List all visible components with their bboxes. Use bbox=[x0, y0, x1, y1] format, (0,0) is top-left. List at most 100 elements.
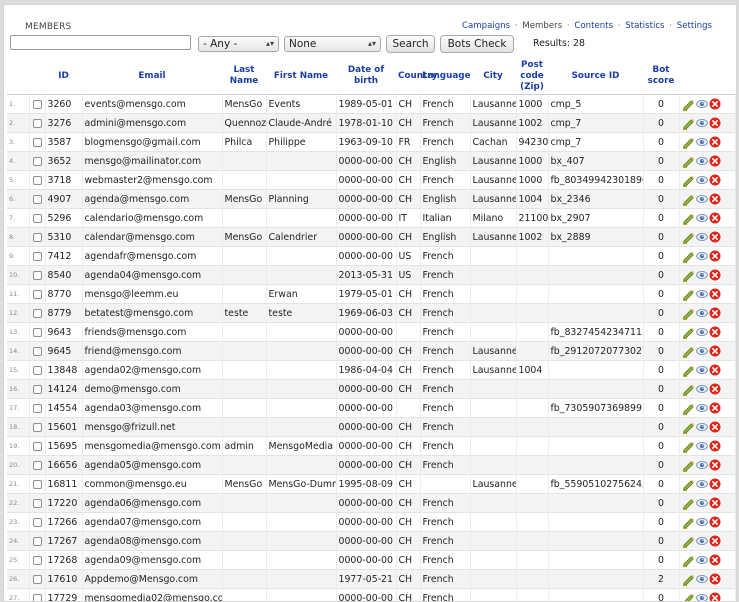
delete-icon[interactable] bbox=[709, 555, 722, 566]
nav-statistics[interactable]: Statistics bbox=[625, 21, 664, 31]
view-icon[interactable] bbox=[696, 593, 709, 602]
delete-icon[interactable] bbox=[709, 346, 722, 357]
member-email[interactable]: friends@mensgo.com bbox=[82, 323, 222, 342]
edit-icon[interactable] bbox=[682, 232, 696, 243]
view-icon[interactable] bbox=[696, 213, 709, 224]
edit-icon[interactable] bbox=[682, 536, 696, 547]
view-icon[interactable] bbox=[696, 251, 709, 262]
type-select[interactable]: None ▴▾ bbox=[284, 36, 381, 52]
view-icon[interactable] bbox=[696, 270, 709, 281]
delete-icon[interactable] bbox=[709, 593, 722, 602]
delete-icon[interactable] bbox=[709, 289, 722, 300]
row-checkbox[interactable] bbox=[33, 594, 42, 602]
row-checkbox[interactable] bbox=[33, 214, 42, 223]
country-select[interactable]: - Any - ▴▾ bbox=[198, 36, 279, 52]
member-email[interactable]: webmaster2@mensgo.com bbox=[82, 171, 222, 190]
col-bot-score[interactable]: Bot score bbox=[643, 58, 679, 95]
view-icon[interactable] bbox=[696, 384, 709, 395]
delete-icon[interactable] bbox=[709, 156, 722, 167]
member-email[interactable]: agenda04@mensgo.com bbox=[82, 266, 222, 285]
view-icon[interactable] bbox=[696, 555, 709, 566]
edit-icon[interactable] bbox=[682, 593, 696, 602]
view-icon[interactable] bbox=[696, 175, 709, 186]
row-checkbox[interactable] bbox=[33, 233, 42, 242]
delete-icon[interactable] bbox=[709, 441, 722, 452]
view-icon[interactable] bbox=[696, 99, 709, 110]
row-checkbox[interactable] bbox=[33, 480, 42, 489]
member-email[interactable]: agenda05@mensgo.com bbox=[82, 456, 222, 475]
col-id[interactable]: ID bbox=[45, 58, 82, 95]
row-checkbox[interactable] bbox=[33, 442, 42, 451]
view-icon[interactable] bbox=[696, 118, 709, 129]
view-icon[interactable] bbox=[696, 574, 709, 585]
member-email[interactable]: agenda08@mensgo.com bbox=[82, 532, 222, 551]
edit-icon[interactable] bbox=[682, 289, 696, 300]
nav-contents[interactable]: Contents bbox=[574, 21, 613, 31]
delete-icon[interactable] bbox=[709, 175, 722, 186]
col-source-id[interactable]: Source ID bbox=[548, 58, 643, 95]
edit-icon[interactable] bbox=[682, 555, 696, 566]
member-email[interactable]: friend@mensgo.com bbox=[82, 342, 222, 361]
view-icon[interactable] bbox=[696, 137, 709, 148]
member-email[interactable]: agendafr@mensgo.com bbox=[82, 247, 222, 266]
view-icon[interactable] bbox=[696, 441, 709, 452]
delete-icon[interactable] bbox=[709, 498, 722, 509]
view-icon[interactable] bbox=[696, 517, 709, 528]
bots-check-button[interactable]: Bots Check bbox=[440, 35, 514, 53]
view-icon[interactable] bbox=[696, 308, 709, 319]
edit-icon[interactable] bbox=[682, 574, 696, 585]
edit-icon[interactable] bbox=[682, 365, 696, 376]
row-checkbox[interactable] bbox=[33, 518, 42, 527]
edit-icon[interactable] bbox=[682, 517, 696, 528]
delete-icon[interactable] bbox=[709, 99, 722, 110]
col-email[interactable]: Email bbox=[82, 58, 222, 95]
row-checkbox[interactable] bbox=[33, 252, 42, 261]
edit-icon[interactable] bbox=[682, 137, 696, 148]
member-email[interactable]: calendar@mensgo.com bbox=[82, 228, 222, 247]
delete-icon[interactable] bbox=[709, 384, 722, 395]
row-checkbox[interactable] bbox=[33, 157, 42, 166]
row-checkbox[interactable] bbox=[33, 575, 42, 584]
view-icon[interactable] bbox=[696, 365, 709, 376]
edit-icon[interactable] bbox=[682, 346, 696, 357]
view-icon[interactable] bbox=[696, 156, 709, 167]
view-icon[interactable] bbox=[696, 194, 709, 205]
member-email[interactable]: mensgo@leemm.eu bbox=[82, 285, 222, 304]
edit-icon[interactable] bbox=[682, 251, 696, 262]
delete-icon[interactable] bbox=[709, 536, 722, 547]
search-input[interactable] bbox=[10, 35, 191, 50]
view-icon[interactable] bbox=[696, 232, 709, 243]
member-email[interactable]: agenda07@mensgo.com bbox=[82, 513, 222, 532]
delete-icon[interactable] bbox=[709, 460, 722, 471]
delete-icon[interactable] bbox=[709, 118, 722, 129]
delete-icon[interactable] bbox=[709, 327, 722, 338]
view-icon[interactable] bbox=[696, 536, 709, 547]
edit-icon[interactable] bbox=[682, 422, 696, 433]
view-icon[interactable] bbox=[696, 479, 709, 490]
edit-icon[interactable] bbox=[682, 308, 696, 319]
edit-icon[interactable] bbox=[682, 460, 696, 471]
edit-icon[interactable] bbox=[682, 213, 696, 224]
edit-icon[interactable] bbox=[682, 175, 696, 186]
member-email[interactable]: demo@mensgo.com bbox=[82, 380, 222, 399]
row-checkbox[interactable] bbox=[33, 556, 42, 565]
delete-icon[interactable] bbox=[709, 270, 722, 281]
search-button[interactable]: Search bbox=[386, 35, 435, 53]
member-email[interactable]: mensgo@frizull.net bbox=[82, 418, 222, 437]
member-email[interactable]: agenda@mensgo.com bbox=[82, 190, 222, 209]
delete-icon[interactable] bbox=[709, 403, 722, 414]
view-icon[interactable] bbox=[696, 346, 709, 357]
view-icon[interactable] bbox=[696, 289, 709, 300]
member-email[interactable]: mensgomedia@mensgo.com bbox=[82, 437, 222, 456]
delete-icon[interactable] bbox=[709, 517, 722, 528]
row-checkbox[interactable] bbox=[33, 385, 42, 394]
delete-icon[interactable] bbox=[709, 137, 722, 148]
view-icon[interactable] bbox=[696, 403, 709, 414]
row-checkbox[interactable] bbox=[33, 347, 42, 356]
member-email[interactable]: agenda02@mensgo.com bbox=[82, 361, 222, 380]
row-checkbox[interactable] bbox=[33, 423, 42, 432]
delete-icon[interactable] bbox=[709, 422, 722, 433]
member-email[interactable]: events@mensgo.com bbox=[82, 95, 222, 114]
delete-icon[interactable] bbox=[709, 479, 722, 490]
edit-icon[interactable] bbox=[682, 99, 696, 110]
